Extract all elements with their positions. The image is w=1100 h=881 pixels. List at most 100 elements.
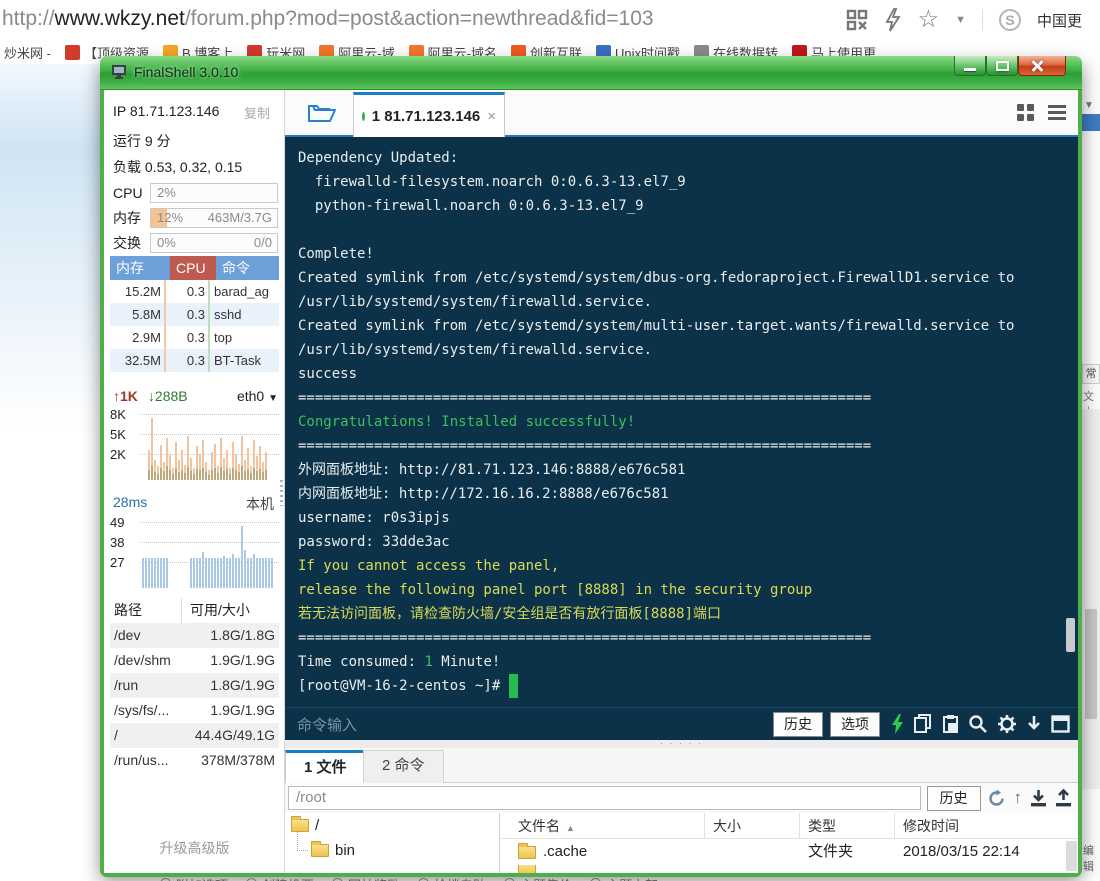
network-bar [226,410,228,480]
ping-bar [202,518,204,588]
column-header-path: 路径 [110,598,182,623]
chevron-down-icon: ▼ [1084,100,1094,111]
sogou-icon[interactable]: S [999,9,1021,31]
uptime-label: 运行 9 分 [113,131,171,151]
scrollbar-thumb[interactable] [1085,609,1097,719]
ping-bar [223,518,225,588]
window-titlebar[interactable]: FinalShell 3.0.10 [100,56,1082,90]
file-row-partial [500,865,1078,873]
download-icon[interactable] [1030,789,1047,808]
terminal-line: /usr/lib/systemd/system/firewalld.servic… [298,338,1078,362]
file-row[interactable]: .cache文件夹2018/03/15 22:14 [500,839,1078,865]
terminal-line: firewalld-filesystem.noarch 0:0.6.3-13.e… [298,170,1078,194]
disk-row: /run/us...378M/378M [110,748,279,773]
grid-view-icon[interactable] [1017,104,1034,121]
maximize-button[interactable] [986,56,1018,76]
terminal-line: ========================================… [298,434,1078,458]
upgrade-link[interactable]: 升级高级版 [104,838,285,858]
divider [982,9,983,31]
tree-item-bin[interactable]: bin [285,838,499,863]
download-icon[interactable] [1026,714,1042,734]
path-history-button[interactable]: 历史 [927,786,981,811]
tab-commands[interactable]: 2 命令 [363,750,444,783]
interface-selector[interactable]: eth0 ▼ [237,388,278,404]
filelist-scrollbar-thumb[interactable] [1066,841,1077,871]
refresh-icon[interactable] [987,789,1006,808]
search-icon[interactable] [968,714,988,734]
terminal-scrollbar-thumb[interactable] [1066,618,1075,652]
gear-icon[interactable] [997,714,1017,734]
history-button[interactable]: 历史 [773,712,823,737]
network-bar [163,410,165,480]
copy-icon[interactable] [914,714,933,734]
menu-icon[interactable] [1048,105,1066,120]
tab-files[interactable]: 1 文件 [285,750,366,783]
close-button[interactable] [1018,56,1066,76]
column-header-filename[interactable]: 文件名▲ [500,813,705,838]
terminal-output[interactable]: Dependency Updated: firewalld-filesystem… [285,137,1078,707]
command-bar: 命令输入 历史 选项 [285,707,1078,740]
network-bar [190,410,192,480]
network-bar [217,410,219,480]
copy-ip-link[interactable]: 复制 [244,103,270,122]
chevron-down-icon[interactable]: ▼ [955,14,966,26]
session-tab[interactable]: 1 81.71.123.146 × [353,92,505,137]
window-icon[interactable] [1051,715,1070,733]
terminal-line: 内网面板地址: http://172.16.16.2:8888/e676c581 [298,482,1078,506]
column-header-mtime[interactable]: 修改时间 [895,813,1078,838]
terminal-line: Complete! [298,242,1078,266]
network-bar [223,410,225,480]
upload-icon[interactable] [1055,789,1072,808]
disk-row: /dev/shm1.9G/1.9G [110,648,279,673]
network-bar [193,410,195,480]
network-bar [154,410,156,480]
network-bar [232,410,234,480]
terminal-line: 若无法访问面板，请检查防火墙/安全组是否有放行面板[8888]端口 [298,602,1078,626]
lightning-icon[interactable] [890,714,905,734]
ping-bar [238,518,240,588]
qr-scan-icon[interactable] [846,9,868,31]
network-bar [166,410,168,480]
directory-tree: / bin [285,813,500,873]
network-bar [172,410,174,480]
ping-bar [241,518,243,588]
favorite-star-icon[interactable]: ☆ [918,9,940,31]
tree-item-root[interactable]: / [285,813,499,838]
session-tab-label: 1 81.71.123.146 [372,108,480,125]
bookmark-item[interactable]: 炒米网 - [4,43,51,62]
browser-address-bar[interactable]: http://www.wkzy.net/forum.php?mod=post&a… [0,0,1100,40]
options-button[interactable]: 选项 [830,712,880,737]
sidebar-splitter[interactable] [280,480,283,506]
panel-splitter[interactable]: · · · · · [285,740,1078,748]
up-arrow-icon[interactable]: ↑ [1014,788,1023,808]
lightning-icon[interactable] [884,8,902,32]
file-browser: / bin 文件名▲ 大小 类型 修改时间 .cache文件夹2018/03/1… [285,813,1078,873]
ping-bar [220,518,222,588]
network-bar [199,410,201,480]
terminal-line: ========================================… [298,386,1078,410]
axis-tick-label: 27 [110,555,136,570]
screen: http://www.wkzy.net/forum.php?mod=post&a… [0,0,1100,881]
ping-bar [166,518,168,588]
terminal-line: If you cannot access the panel, [298,554,1078,578]
ping-bar [145,518,147,588]
favicon-icon [65,45,80,60]
process-row: 15.2M0.3barad_ag [110,280,279,303]
path-input[interactable]: /root [288,786,921,810]
ping-bar [268,518,270,588]
paste-icon[interactable] [942,714,959,734]
editor-tab-fragment[interactable]: 常 [1082,364,1100,384]
column-header-type[interactable]: 类型 [800,813,895,838]
network-bar [196,410,198,480]
ping-bar [259,518,261,588]
ping-bar [142,518,144,588]
command-input[interactable]: 命令输入 [297,714,766,735]
ping-bar [172,518,174,588]
close-tab-icon[interactable]: × [487,108,496,125]
column-header-size[interactable]: 大小 [705,813,800,838]
network-bar [187,410,189,480]
minimize-button[interactable] [954,56,986,76]
editor-label-fragment: 编辑 [1083,842,1100,874]
ping-bar [211,518,213,588]
open-folder-icon[interactable] [307,100,337,124]
